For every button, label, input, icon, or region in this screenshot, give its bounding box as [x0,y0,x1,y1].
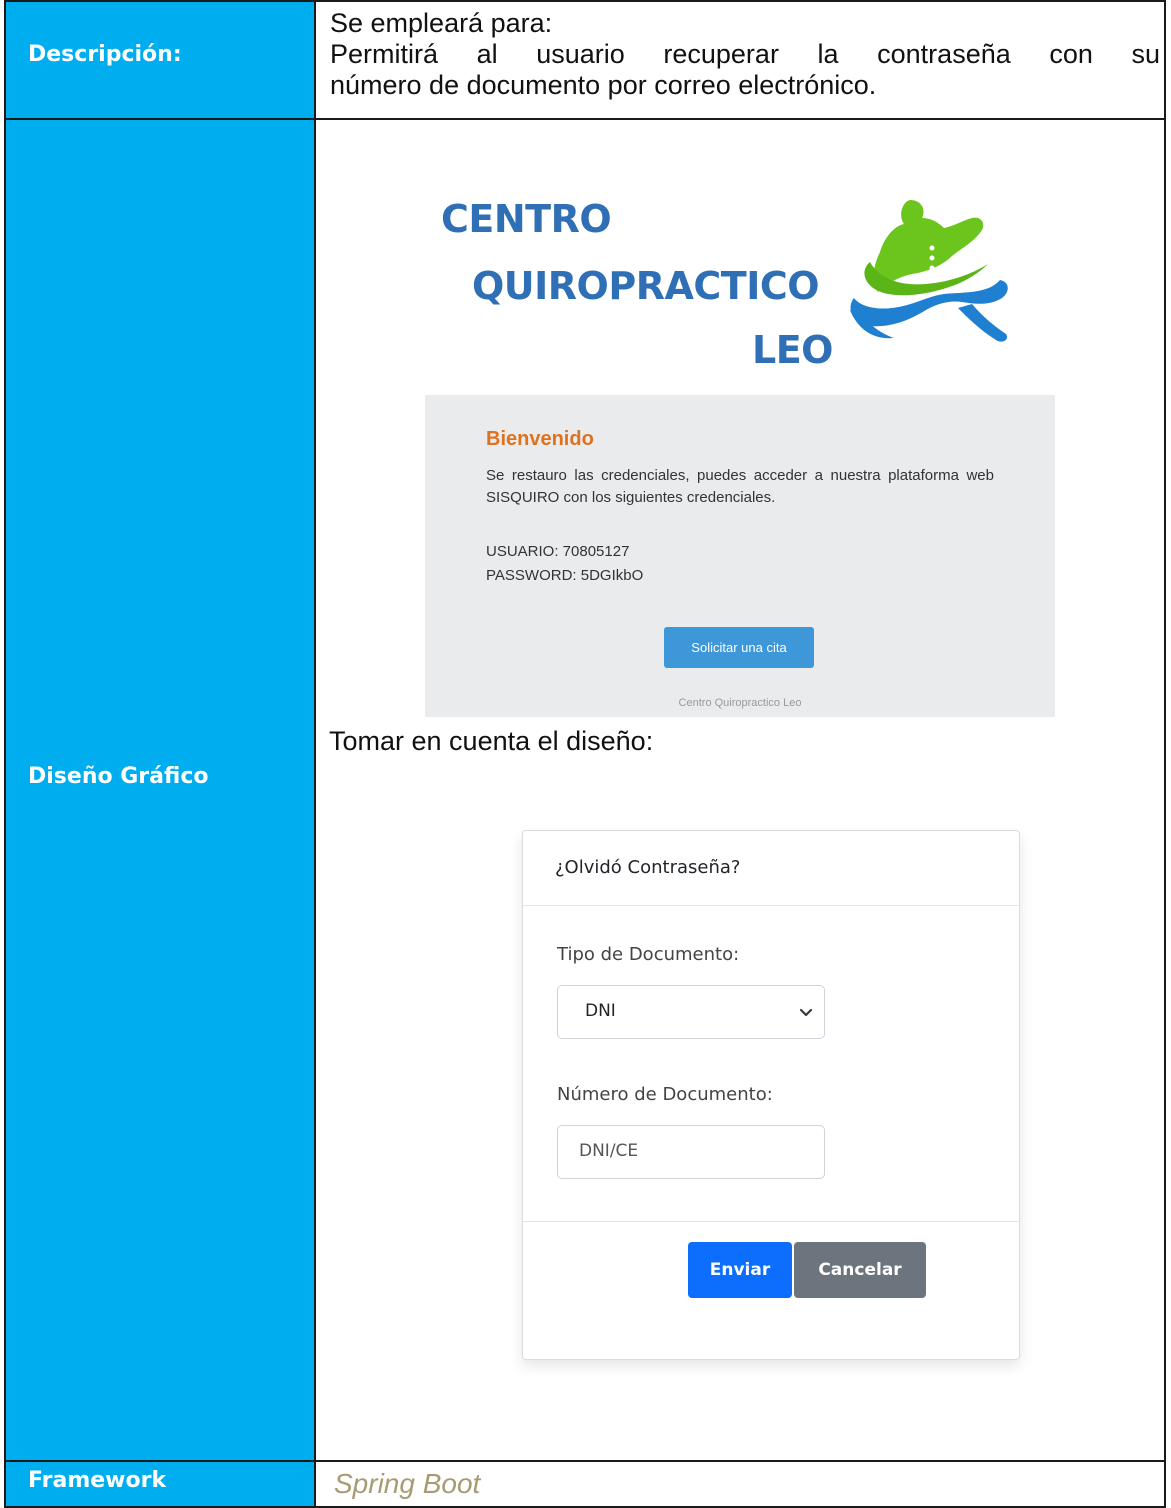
description-line-1: Se empleará para: [330,8,553,38]
email-user: USUARIO: 70805127 [486,543,630,560]
document-type-value: DNI [585,1001,616,1021]
design-label-cell: Diseño Gráfico [4,118,316,1462]
chevron-down-icon [799,1008,813,1017]
document-number-label: Número de Documento: [557,1084,773,1105]
email-preview: Bienvenido Se restauro las credenciales,… [425,395,1055,717]
design-label: Diseño Gráfico [28,764,209,789]
framework-value: Spring Boot [334,1468,481,1499]
email-password: PASSWORD: 5DGIkbO [486,567,644,584]
framework-content-cell: Spring Boot [314,1460,1166,1508]
card-header: ¿Olvidó Contraseña? [523,831,1019,906]
description-label-cell: Descripción: [4,0,316,120]
description-line-2: Permitirá al usuario recuperar la contra… [330,39,1160,69]
request-appointment-button[interactable]: Solicitar una cita [664,627,814,668]
chiropractor-figure-icon [850,200,1008,342]
framework-label-cell: Framework [4,1460,316,1508]
document-type-label: Tipo de Documento: [557,944,740,965]
logo-line-2: QUIROPRACTICO [472,264,820,308]
logo-line-1: CENTRO [441,197,612,241]
card-title: ¿Olvidó Contraseña? [555,857,741,878]
logo-line-3: LEO [752,328,833,372]
description-content-cell: Se empleará para: Permitirá al usuario r… [314,0,1166,120]
framework-label: Framework [28,1468,167,1493]
document-number-placeholder: DNI/CE [579,1141,639,1161]
description-text: Se empleará para: Permitirá al usuario r… [330,8,1160,101]
card-footer-divider [523,1221,1019,1222]
description-label: Descripción: [28,42,182,67]
email-title: Bienvenido [486,428,594,450]
forgot-password-card: ¿Olvidó Contraseña? Tipo de Documento: D… [522,830,1020,1360]
send-button[interactable]: Enviar [688,1242,792,1298]
email-footer: Centro Quiropractico Leo [678,697,802,709]
description-line-3: número de documento por correo electróni… [330,70,877,100]
document-type-select[interactable]: DNI [557,985,825,1039]
document-number-input[interactable]: DNI/CE [557,1125,825,1179]
cancel-button[interactable]: Cancelar [794,1242,926,1298]
design-note: Tomar en cuenta el diseño: [329,726,654,756]
email-body: Se restauro las credenciales, puedes acc… [486,467,994,506]
